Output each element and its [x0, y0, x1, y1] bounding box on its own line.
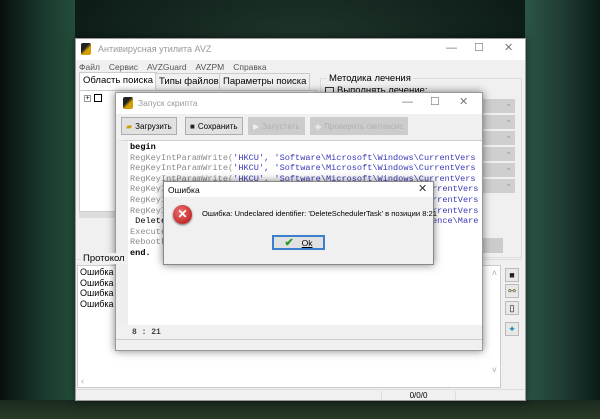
expand-icon[interactable]: + — [84, 95, 91, 102]
checkmark-icon: ✔ — [284, 237, 294, 249]
menu-help[interactable]: Справка — [233, 62, 266, 72]
code-line: RegKeyIntParamWrite('HKCU', 'Software\Mi… — [130, 163, 476, 174]
ok-button[interactable]: ✔ Ok — [272, 235, 325, 250]
main-title: Антивирусная утилита AVZ — [98, 44, 212, 54]
script-title: Запуск скрипта — [138, 98, 198, 108]
avz-logo-icon — [81, 43, 91, 55]
menu-file[interactable]: Файл — [79, 62, 100, 72]
tab-file-types[interactable]: Типы файлов — [155, 73, 223, 89]
menu-service[interactable]: Сервис — [109, 62, 138, 72]
error-title: Ошибка — [168, 185, 200, 195]
avz-logo-icon — [123, 97, 133, 109]
wallpaper-bottom — [0, 400, 600, 419]
script-title-bar[interactable]: Запуск скрипта — ☐ ✕ — [116, 93, 482, 114]
tab-search-params[interactable]: Параметры поиска — [219, 73, 311, 89]
wallpaper-right — [525, 0, 600, 419]
close-button[interactable]: ✕ — [418, 182, 427, 195]
error-icon: ✕ — [173, 205, 192, 224]
close-button[interactable]: ✕ — [504, 41, 513, 54]
start-button[interactable] — [483, 238, 503, 253]
close-button[interactable]: ✕ — [459, 95, 468, 108]
tab-search-area[interactable]: Область поиска — [79, 72, 158, 90]
run-button[interactable]: ▶ Запустить — [248, 117, 305, 135]
status-bar: 0/0/0 — [76, 389, 525, 401]
protocol-label: Протокол — [81, 253, 127, 264]
save-log-icon[interactable]: ■ — [505, 268, 519, 282]
status-counts: 0/0/0 — [381, 391, 456, 400]
cursor-position: 8 : 21 — [132, 328, 161, 337]
script-status-bar — [116, 339, 482, 340]
main-title-bar[interactable]: Антивирусная утилита AVZ — ☐ ✕ — [76, 39, 525, 60]
minimize-button[interactable]: — — [402, 96, 413, 108]
tree-checkbox[interactable] — [94, 94, 102, 102]
load-button[interactable]: ▰ Загрузить — [121, 117, 177, 135]
minimize-button[interactable]: — — [446, 42, 457, 54]
folder-icon: ▰ — [126, 121, 133, 131]
error-message: Ошибка: Undeclared identifier: 'DeleteSc… — [202, 209, 437, 218]
check-syntax-icon: ◈ — [315, 121, 322, 131]
error-title-bar[interactable]: Ошибка ✕ — [164, 182, 433, 197]
network-icon[interactable]: ✦ — [505, 322, 519, 336]
log-scroll-down[interactable]: ˅ — [492, 365, 497, 375]
menu-avzguard[interactable]: AVZGuard — [147, 62, 187, 72]
menu-avzpm[interactable]: AVZPM — [196, 62, 225, 72]
new-document-icon[interactable]: ▯ — [505, 301, 519, 315]
code-line: begin — [130, 142, 156, 152]
maximize-button[interactable]: ☐ — [430, 95, 440, 108]
log-scroll-left[interactable]: ‹ — [81, 376, 84, 386]
log-scroll-up[interactable]: ˄ — [492, 268, 497, 278]
wallpaper-left — [0, 0, 75, 419]
floppy-icon: ■ — [190, 121, 195, 131]
maximize-button[interactable]: ☐ — [474, 41, 484, 54]
code-line: RegKeyIntParamWrite('HKCU', 'Software\Mi… — [130, 152, 476, 163]
error-dialog: Ошибка ✕ ✕ Ошибка: Undeclared identifier… — [163, 181, 437, 265]
play-icon: ▶ — [253, 121, 260, 131]
treatment-group-label: Методика лечения — [327, 73, 413, 84]
glasses-icon[interactable]: ⚯ — [505, 284, 519, 298]
check-syntax-button[interactable]: ◈ Проверить синтаксис — [310, 117, 409, 135]
menu-bar: Файл Сервис AVZGuard AVZPM Справка — [79, 62, 267, 72]
save-button[interactable]: ■ Сохранить — [185, 117, 243, 135]
